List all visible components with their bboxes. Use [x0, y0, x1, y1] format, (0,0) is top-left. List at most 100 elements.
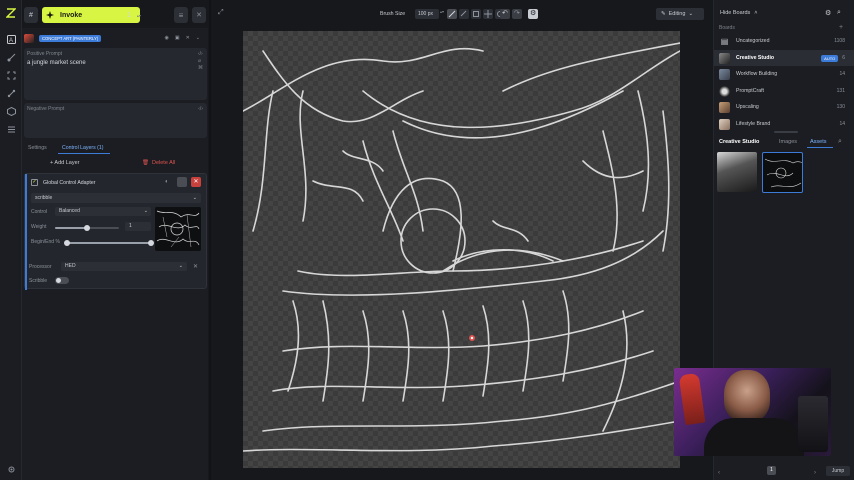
left-icon-rail: A — [0, 0, 22, 480]
board-row-creative-studio[interactable]: Creative Studio AUTO 6 — [714, 50, 854, 66]
lock-icon[interactable]: ▣ — [175, 35, 180, 41]
iterations-input[interactable]: 1 ▴▾ — [122, 7, 144, 23]
prompt-tools-icon[interactable]: ⌘ — [198, 65, 203, 72]
weight-input[interactable]: 1 — [125, 222, 151, 231]
weight-value: 1 — [129, 223, 132, 229]
adapter-title: Global Control Adapter — [43, 180, 96, 186]
models-icon[interactable] — [6, 106, 16, 116]
delete-layer-button[interactable]: ✕ — [191, 177, 201, 187]
weight-slider-thumb[interactable] — [84, 225, 90, 231]
gallery-board-title: Creative Studio — [719, 139, 760, 145]
stepper-arrows-icon[interactable]: ▴▾ — [137, 13, 141, 18]
board-count: 131 — [836, 88, 845, 94]
search-icon[interactable]: ⌕ — [837, 9, 841, 17]
search-icon[interactable]: ⌕ — [838, 138, 842, 146]
model-badge: CONCEPT ART (PAINTERLY) — [39, 34, 102, 42]
gallery-thumbnail-selected[interactable] — [762, 152, 803, 193]
collapse-panel-icon[interactable]: ⤢ — [218, 9, 228, 19]
model-selector[interactable]: CONCEPT ART (PAINTERLY) ◉ ▣ ✕ ⌄ — [24, 32, 206, 44]
settings-gear-icon[interactable] — [6, 464, 16, 474]
eraser-tool-button[interactable] — [459, 9, 469, 19]
adapter-model-select[interactable]: scribble ⌄ — [31, 193, 201, 203]
trash-icon: 🗑 — [142, 160, 149, 166]
positive-prompt-text[interactable]: a jungle market scene — [27, 60, 86, 66]
gallery-thumbnail[interactable] — [717, 152, 757, 192]
weight-slider[interactable] — [55, 225, 119, 231]
move-tool-button[interactable] — [483, 9, 493, 19]
page-prev-icon[interactable]: ‹ — [718, 470, 720, 476]
drawing-canvas[interactable] — [242, 31, 681, 468]
cancel-queue-button[interactable]: ✕ — [192, 7, 206, 23]
hide-boards-toggle[interactable]: Hide Boards ˄ — [720, 10, 758, 16]
prompt-syntax-icon[interactable]: ‹/› — [198, 106, 203, 112]
delete-all-button[interactable]: 🗑 Delete All — [142, 160, 175, 166]
control-image-preview[interactable] — [155, 207, 201, 251]
begin-slider-thumb[interactable] — [64, 240, 70, 246]
scribble-label: Scribble — [29, 278, 48, 284]
board-row-uncategorized[interactable]: ▤ Uncategorized 1108 — [714, 33, 854, 49]
begin-end-slider[interactable] — [64, 240, 154, 246]
add-board-icon[interactable]: + — [839, 24, 843, 31]
board-row-promptcraft[interactable]: PromptCraft 131 — [714, 83, 854, 99]
embedding-icon[interactable]: ⌀ — [198, 58, 203, 65]
page-current-button[interactable]: 1 — [767, 466, 776, 475]
brush-size-value: 100 px — [418, 11, 434, 17]
add-layer-button[interactable]: + Add Layer — [50, 160, 80, 166]
rect-tool-button[interactable] — [471, 9, 481, 19]
queue-icon[interactable] — [6, 124, 16, 134]
board-name: Upscaling — [736, 104, 759, 110]
tab-settings[interactable]: Settings — [28, 145, 47, 151]
end-slider-thumb[interactable] — [148, 240, 154, 246]
redo-button[interactable]: ↷ — [512, 9, 522, 19]
app-window: A # Invoke 1 ▴▾ ≡ ✕ CONCEPT ART (PAINTER… — [0, 0, 854, 480]
board-thumbnail — [719, 52, 730, 64]
tab-control-layers[interactable]: Control Layers (1) — [62, 145, 104, 151]
canvas-icon[interactable] — [6, 52, 16, 62]
workflows-icon[interactable] — [6, 88, 16, 98]
undo-button[interactable]: ↶ — [500, 9, 510, 19]
brush-size-stepper-icon[interactable]: ▴▾ — [440, 9, 444, 14]
scribble-toggle[interactable] — [55, 277, 69, 284]
mode-select[interactable]: ✎ Editing ⌄ — [656, 8, 704, 20]
board-row-workflow-building[interactable]: Workflow Building 14 — [714, 66, 854, 82]
layer-menu-button[interactable] — [177, 177, 187, 187]
processor-reset-icon[interactable]: ✕ — [193, 263, 198, 270]
page-next-icon[interactable]: › — [814, 470, 816, 476]
processor-select[interactable]: HED ⌄ — [61, 262, 187, 271]
parameters-panel: CONCEPT ART (PAINTERLY) ◉ ▣ ✕ ⌄ Positive… — [22, 28, 208, 480]
prompt-syntax-icon[interactable]: ‹/› — [198, 51, 203, 58]
invoke-logo-icon[interactable] — [6, 8, 16, 18]
panel-divider[interactable] — [209, 0, 211, 480]
control-mode-select[interactable]: Balanced ⌄ — [55, 207, 151, 216]
enable-checkbox[interactable]: ✓ — [31, 179, 38, 186]
queue-menu-button[interactable]: # — [24, 7, 38, 23]
canvas-settings-button[interactable]: ⚙ — [528, 9, 538, 19]
text-to-image-icon[interactable]: A — [6, 34, 16, 44]
tab-images[interactable]: Images — [779, 139, 797, 145]
brush-tool-button[interactable] — [447, 9, 457, 19]
processor-label: Processor — [29, 264, 52, 270]
resize-handle[interactable] — [774, 131, 798, 133]
board-row-lifestyle-brand[interactable]: Lifestyle Brand 14 — [714, 116, 854, 132]
opacity-icon[interactable]: ◐ — [165, 179, 169, 185]
chevron-down-icon[interactable]: ⌄ — [196, 35, 200, 41]
canvas-toolbar: ⤢ Brush Size 100 px ▴▾ ↶ ↷ ⚙ ✎ Editing ⌄ — [212, 4, 708, 24]
close-icon[interactable]: ✕ — [186, 35, 190, 41]
board-thumbnail — [719, 68, 730, 80]
hide-boards-label: Hide Boards — [720, 10, 751, 16]
board-count: 14 — [839, 71, 845, 77]
auto-add-badge: AUTO — [821, 54, 839, 62]
brush-size-input[interactable]: 100 px — [415, 9, 439, 19]
active-tab-indicator — [807, 147, 833, 148]
board-count: 1108 — [834, 38, 845, 44]
jump-button[interactable]: Jump — [826, 466, 850, 476]
tab-assets[interactable]: Assets — [810, 139, 827, 145]
board-name: Workflow Building — [736, 71, 778, 77]
eye-icon[interactable]: ◉ — [164, 35, 168, 41]
upscale-icon[interactable] — [6, 70, 16, 80]
negative-prompt-field[interactable]: Negative Prompt ‹/› — [24, 103, 207, 138]
queue-list-button[interactable]: ≡ — [174, 7, 188, 23]
gear-icon[interactable]: ⚙ — [825, 9, 831, 17]
positive-prompt-field[interactable]: Positive Prompt a jungle market scene ‹/… — [24, 48, 207, 100]
board-row-upscaling[interactable]: Upscaling 130 — [714, 99, 854, 115]
